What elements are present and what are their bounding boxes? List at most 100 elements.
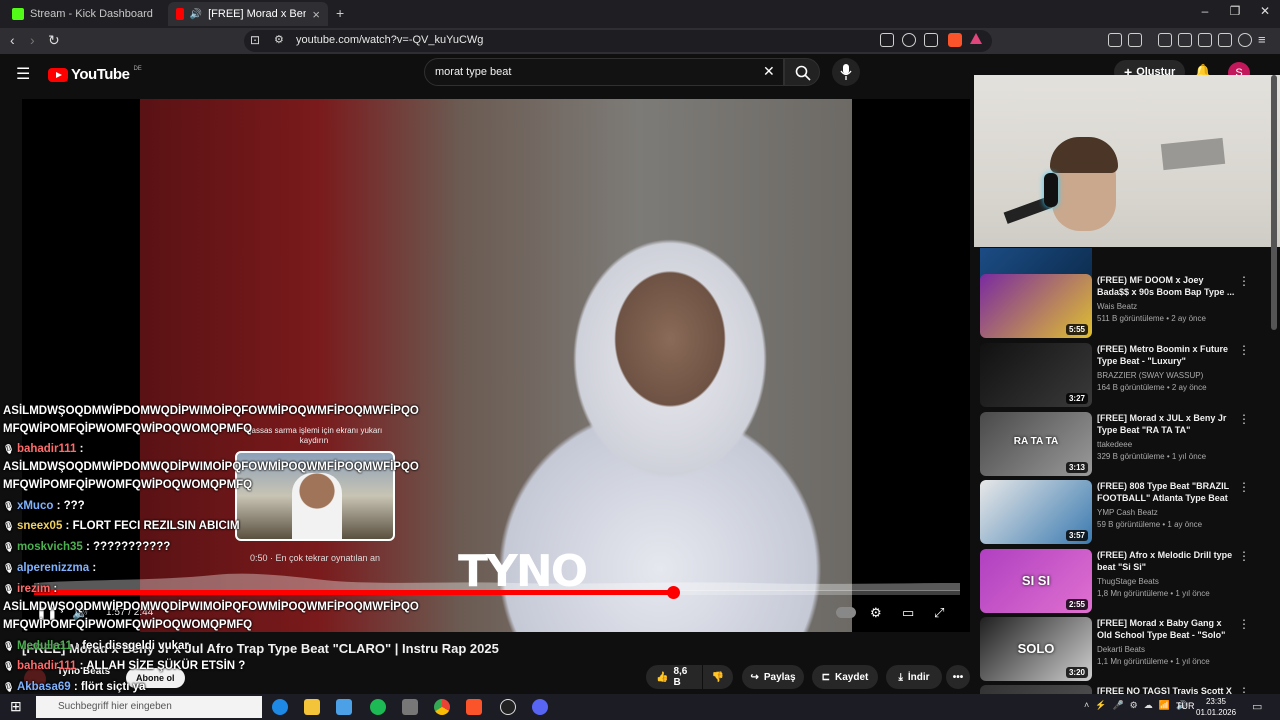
settings-gear-icon[interactable]: ⚙ <box>870 605 882 621</box>
notification-center-icon[interactable]: ▭ <box>1252 700 1262 713</box>
recommendation-title[interactable]: [FREE NO TAGS] Travis Scott X <box>1097 685 1235 694</box>
recommendation-card[interactable]: SI SI 2:55 (FREE) Afro x Melodic Drill typ… <box>976 549 1268 613</box>
more-options-icon[interactable]: ⋮ <box>1238 685 1250 694</box>
chrome-icon[interactable] <box>434 699 450 715</box>
start-icon[interactable]: ⊞ <box>10 698 22 715</box>
cast-icon[interactable] <box>880 33 894 47</box>
hamburger-menu-icon[interactable]: ☰ <box>16 64 30 84</box>
brave-icon[interactable] <box>466 699 482 715</box>
search-input[interactable]: morat type beat ✕ <box>424 58 784 86</box>
more-options-icon[interactable]: ⋮ <box>1238 343 1250 357</box>
url-text[interactable]: youtube.com/watch?v=-QV_kuYuCWg <box>296 34 483 46</box>
recommendation-channel[interactable]: BRAZZIER (SWAY WASSUP) <box>1097 371 1203 380</box>
back-icon[interactable]: ‹ <box>10 32 15 48</box>
share-page-icon[interactable] <box>924 33 938 47</box>
page-scrollbar[interactable] <box>1271 75 1277 330</box>
new-tab-button[interactable]: + <box>336 5 344 21</box>
recommendation-channel[interactable]: ThugStage Beats <box>1097 577 1159 586</box>
share-button[interactable]: ↪ Paylaş <box>742 665 804 689</box>
like-button[interactable]: 👍 8,6 B <box>646 665 702 689</box>
chat-message: ASİLMDWŞOQDMWİPDOMWQDİPWIMOİPQFOWMİPOQWM… <box>3 601 419 613</box>
recommendation-thumbnail[interactable]: RA TA TA 3:13 <box>980 412 1092 476</box>
recommendation-thumbnail[interactable]: 3:27 <box>980 343 1092 407</box>
region-code: DE <box>133 65 142 72</box>
brave-rewards-icon[interactable] <box>970 33 982 44</box>
bookmark-icon[interactable]: ⊡ <box>250 33 260 47</box>
restore-button[interactable]: ❐ <box>1220 4 1250 18</box>
vpn-icon[interactable] <box>1238 33 1252 47</box>
recommendation-channel[interactable]: ttakedeee <box>1097 440 1132 449</box>
minimize-button[interactable]: – <box>1190 4 1220 18</box>
clock[interactable]: 23:35 01.01.2026 <box>1196 696 1236 718</box>
theater-mode-icon[interactable]: ▭ <box>902 605 914 621</box>
spotify-icon[interactable] <box>370 699 386 715</box>
calculator-icon[interactable] <box>402 699 418 715</box>
chat-text: : <box>53 583 58 595</box>
chat-message: ASİLMDWŞOQDMWİPDOMWQDİPWIMOİPQFOWMİPOQWM… <box>3 405 419 417</box>
more-actions-button[interactable]: ••• <box>946 665 970 689</box>
recommendation-thumbnail[interactable]: 5:55 <box>980 274 1092 338</box>
autoplay-toggle[interactable] <box>836 607 856 618</box>
recommendation-title[interactable]: [FREE] Morad x JUL x Beny Jr Type Beat "… <box>1097 412 1235 436</box>
recommendation-thumbnail[interactable]: 3:57 <box>980 480 1092 544</box>
explorer-icon[interactable] <box>304 699 320 715</box>
zoom-icon[interactable] <box>902 33 916 47</box>
recommendation-channel[interactable]: YMP Cash Beatz <box>1097 508 1158 517</box>
input-language[interactable]: TUR <box>1176 701 1195 711</box>
recommendation-title[interactable]: (FREE) Metro Boomin x Future Type Beat -… <box>1097 343 1235 367</box>
dislike-button[interactable]: 👎 <box>703 665 733 689</box>
recommendation-card[interactable]: 3:57 (FREE) 808 Type Beat "BRAZIL FOOTBAL… <box>976 480 1268 544</box>
recommendation-card[interactable]: [FREE NO TAGS] Travis Scott X ⋮ <box>976 685 1268 694</box>
leo-ai-icon[interactable] <box>1218 33 1232 47</box>
sidebar-icon[interactable] <box>1178 33 1192 47</box>
recommendation-title[interactable]: (FREE) MF DOOM x Joey Bada$$ x 90s Boom … <box>1097 274 1235 298</box>
brave-shield-icon[interactable] <box>948 33 962 47</box>
youtube-icon <box>176 8 184 20</box>
recommendation-channel[interactable]: Dekarti Beats <box>1097 645 1145 654</box>
screenshot-icon[interactable] <box>1128 33 1142 47</box>
wallet-icon[interactable] <box>1198 33 1212 47</box>
more-options-icon[interactable]: ⋮ <box>1238 549 1250 563</box>
progress-scrubber[interactable] <box>666 586 680 599</box>
search-query[interactable]: morat type beat <box>435 66 511 78</box>
browser-tab-youtube[interactable]: 🔊 [FREE] Morad x Beny Jr x Jul A × <box>168 2 328 26</box>
recommendation-card[interactable]: RA TA TA 3:13 [FREE] Morad x JUL x Beny Jr… <box>976 412 1268 476</box>
youtube-logo[interactable]: YouTube DE <box>48 66 142 83</box>
taskbar-search[interactable]: Suchbegriff hier eingeben <box>36 696 262 718</box>
recommendation-card[interactable]: 3:27 (FREE) Metro Boomin x Future Type Be… <box>976 343 1268 407</box>
progress-bar[interactable] <box>34 586 960 599</box>
clear-search-icon[interactable]: ✕ <box>763 63 775 80</box>
recommendation-title[interactable]: (FREE) 808 Type Beat "BRAZIL FOOTBALL" A… <box>1097 480 1235 504</box>
more-options-icon[interactable]: ⋮ <box>1238 617 1250 631</box>
forward-icon[interactable]: › <box>30 32 35 48</box>
discord-icon[interactable] <box>532 699 548 715</box>
recommendation-card[interactable]: SOLO 3:20 [FREE] Morad x Baby Gang x Old S… <box>976 617 1268 681</box>
recommendation-title[interactable]: [FREE] Morad x Baby Gang x Old School Ty… <box>1097 617 1235 641</box>
recommendation-thumbnail[interactable] <box>980 685 1092 694</box>
download-button[interactable]: ⤓ İndir <box>886 665 942 689</box>
recommendation-thumbnail[interactable]: SI SI 2:55 <box>980 549 1092 613</box>
recommendation-title[interactable]: (FREE) Afro x Melodic Drill type beat "S… <box>1097 549 1235 573</box>
more-options-icon[interactable]: ⋮ <box>1238 412 1250 426</box>
voice-search-button[interactable] <box>832 58 860 86</box>
browser-tab-kick[interactable]: Stream - Kick Dashboard <box>4 2 164 26</box>
music-icon[interactable] <box>1158 33 1172 47</box>
more-options-icon[interactable]: ⋮ <box>1238 274 1250 288</box>
store-icon[interactable] <box>336 699 352 715</box>
more-options-icon[interactable]: ⋮ <box>1238 480 1250 494</box>
obs-icon[interactable] <box>500 699 516 715</box>
recommendation-card[interactable]: 5:55 (FREE) MF DOOM x Joey Bada$$ x 90s B… <box>976 274 1268 338</box>
chat-badge-icon: 🎙 <box>3 521 17 531</box>
reload-icon[interactable]: ↻ <box>48 32 60 49</box>
close-tab-icon[interactable]: × <box>312 7 320 22</box>
menu-icon[interactable]: ≡ <box>1258 32 1266 47</box>
recommendation-thumbnail[interactable]: SOLO 3:20 <box>980 617 1092 681</box>
extensions-icon[interactable] <box>1108 33 1122 47</box>
edge-icon[interactable] <box>272 699 288 715</box>
site-info-icon[interactable]: ⚙ <box>274 33 284 46</box>
save-button[interactable]: ⊏ Kaydet <box>812 665 878 689</box>
search-button[interactable] <box>784 58 820 86</box>
fullscreen-icon[interactable]: ⤢ <box>934 605 944 621</box>
recommendation-channel[interactable]: Wais Beatz <box>1097 302 1137 311</box>
close-window-button[interactable]: ✕ <box>1250 4 1280 18</box>
